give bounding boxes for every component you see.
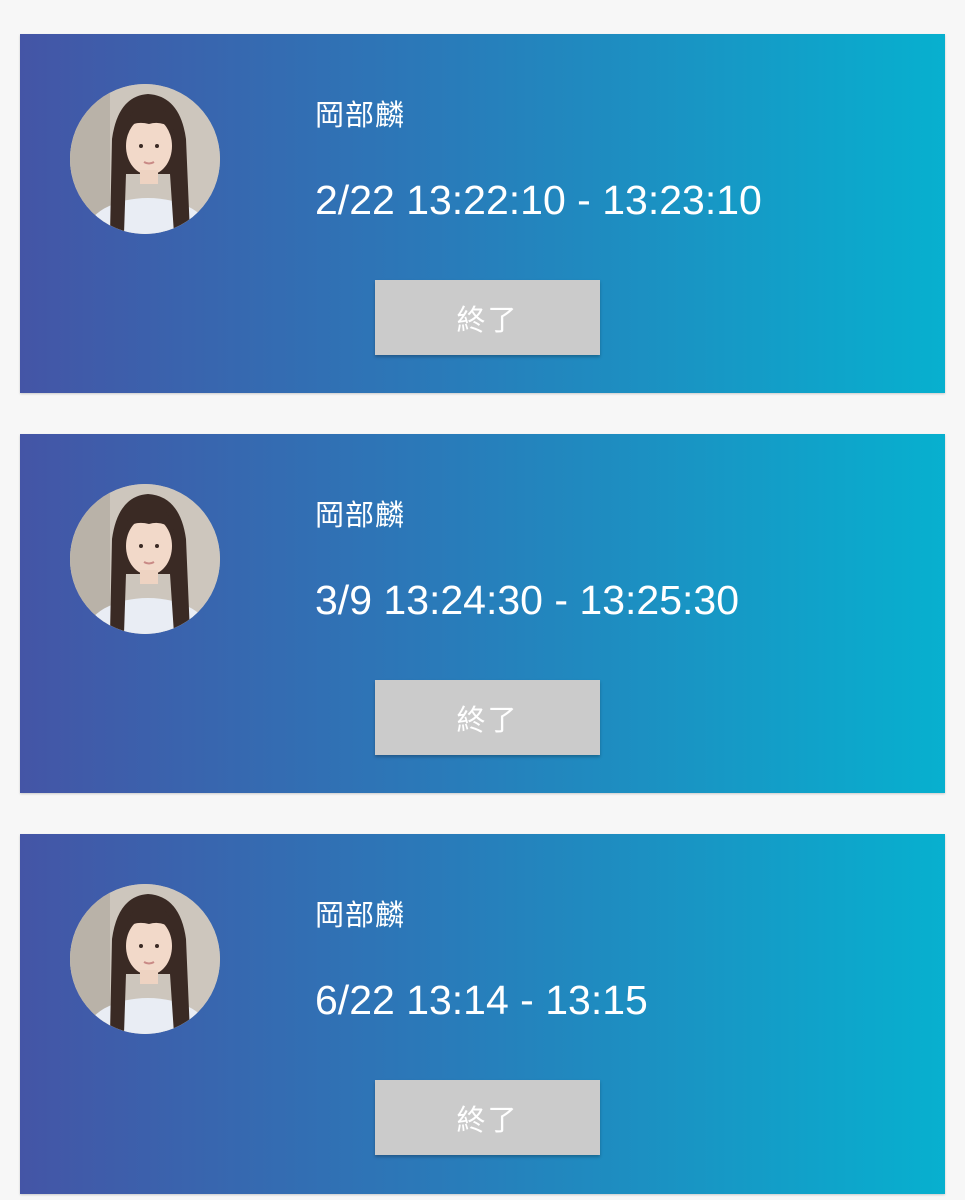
session-time-range: 2/22 13:22:10 - 13:23:10 — [315, 177, 762, 223]
session-list: 岡部麟 2/22 13:22:10 - 13:23:10 終了 岡部麟 3/9 … — [0, 0, 965, 1200]
avatar — [70, 484, 220, 634]
session-time-range: 3/9 13:24:30 - 13:25:30 — [315, 577, 740, 623]
end-button[interactable]: 終了 — [375, 280, 600, 355]
session-card: 岡部麟 6/22 13:14 - 13:15 終了 — [20, 834, 945, 1194]
session-card: 岡部麟 3/9 13:24:30 - 13:25:30 終了 — [20, 434, 945, 793]
session-time-range: 6/22 13:14 - 13:15 — [315, 977, 648, 1023]
end-button[interactable]: 終了 — [375, 1080, 600, 1155]
participant-name: 岡部麟 — [315, 898, 406, 932]
participant-name: 岡部麟 — [315, 498, 406, 532]
avatar — [70, 84, 220, 234]
end-button[interactable]: 終了 — [375, 680, 600, 755]
avatar — [70, 884, 220, 1034]
session-card: 岡部麟 2/22 13:22:10 - 13:23:10 終了 — [20, 34, 945, 393]
participant-name: 岡部麟 — [315, 98, 406, 132]
